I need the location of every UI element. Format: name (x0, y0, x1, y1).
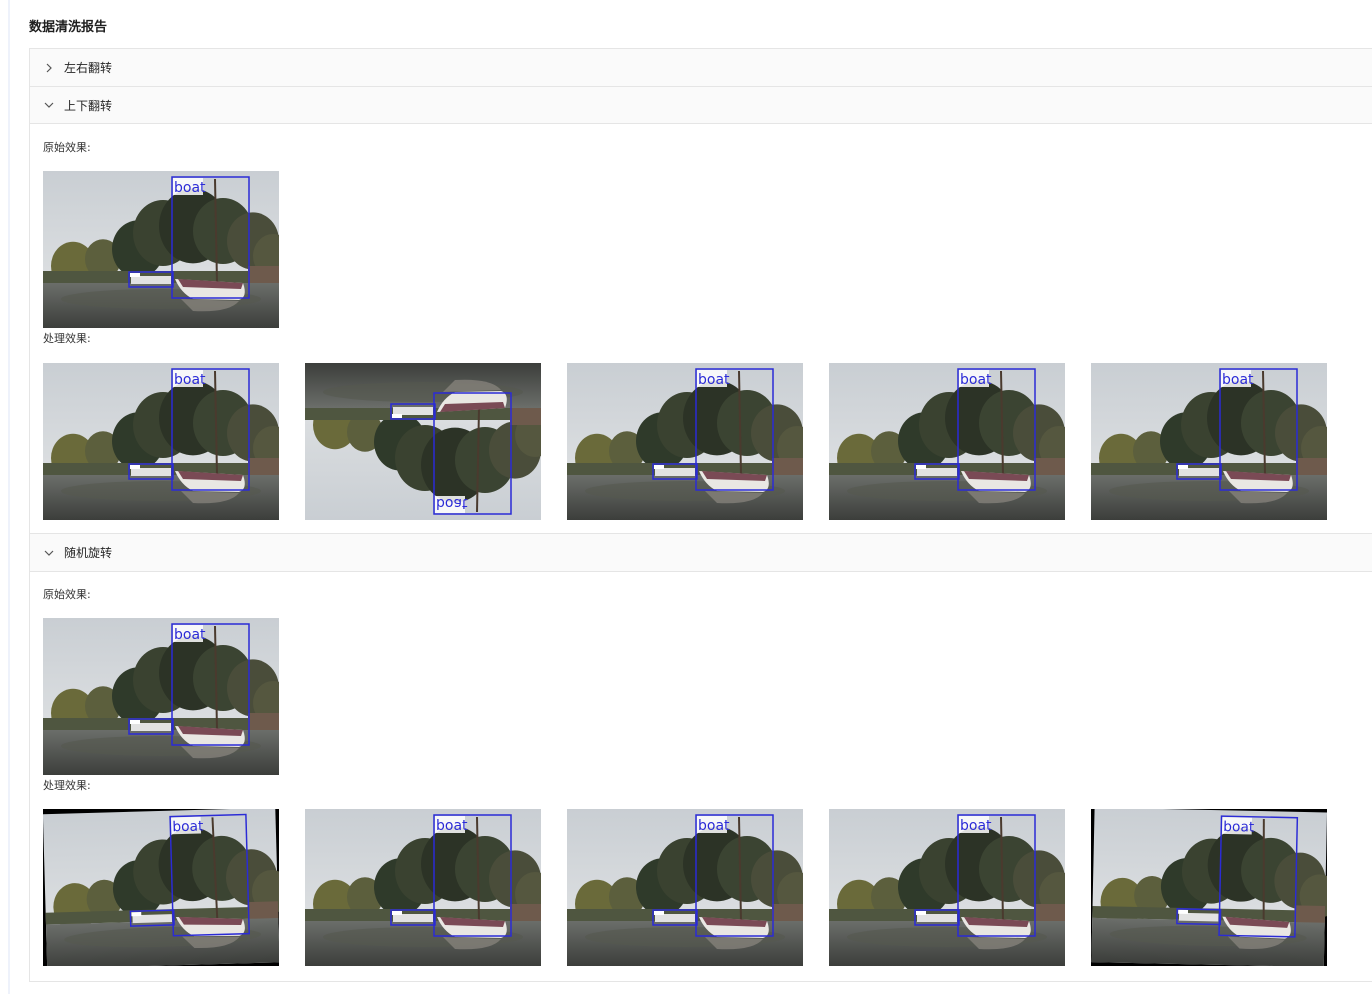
processed-image: boat (1091, 363, 1327, 520)
boat-photo: boat (567, 809, 803, 966)
processed-image: boat (567, 363, 803, 520)
svg-text:boat: boat (960, 818, 992, 834)
original-label: 原始效果: (43, 588, 91, 601)
svg-text:boat: boat (436, 818, 468, 834)
collapse-container: 左右翻转 上下翻转 原始效果: boat 处理效果: boat boat boa… (29, 48, 1372, 982)
original-label: 原始效果: (43, 141, 91, 154)
svg-text:boat: boat (1223, 819, 1255, 836)
svg-text:boat: boat (172, 818, 204, 835)
boat-photo: boat (829, 809, 1065, 966)
svg-text:boat: boat (960, 372, 992, 388)
svg-text:boat: boat (174, 372, 206, 388)
panel-label: 上下翻转 (64, 98, 113, 113)
panel-label: 左右翻转 (64, 61, 113, 75)
svg-text:boat: boat (1222, 372, 1254, 388)
processed-image: boat (305, 809, 541, 966)
boat-photo: boat (1091, 809, 1327, 966)
chevron-down-icon (44, 102, 54, 108)
boat-photo: boat (305, 809, 541, 966)
processed-image: boat (43, 809, 279, 966)
boat-photo: boat (43, 809, 279, 966)
boat-photo: boat (43, 618, 279, 775)
processed-image: boat (829, 809, 1065, 966)
panel-body-random-rotate: 原始效果: boat 处理效果: boat boat boat boat boa… (30, 572, 1372, 981)
svg-text:boat: boat (174, 180, 206, 196)
svg-text:boat: boat (698, 372, 730, 388)
processed-image: boat (567, 809, 803, 966)
processed-image: boat (1091, 809, 1327, 966)
original-image: boat (43, 618, 279, 775)
panel-header-horizontal-flip[interactable]: 左右翻转 (30, 49, 1372, 87)
original-image: boat (43, 171, 279, 328)
svg-text:boat: boat (436, 495, 468, 511)
panel-body-vertical-flip: 原始效果: boat 处理效果: boat boat boat boat boa… (30, 124, 1372, 534)
processed-label: 处理效果: (43, 779, 91, 792)
processed-image: boat (305, 363, 541, 520)
left-border (8, 0, 10, 994)
boat-photo: boat (567, 363, 803, 520)
svg-text:boat: boat (174, 627, 206, 643)
processed-label: 处理效果: (43, 332, 91, 345)
boat-photo: boat (1091, 363, 1327, 520)
boat-photo: boat (43, 363, 279, 520)
panel-label: 随机旋转 (64, 546, 113, 560)
panel-header-random-rotate[interactable]: 随机旋转 (30, 534, 1372, 572)
chevron-down-icon (44, 550, 54, 556)
boat-photo: boat (305, 363, 541, 520)
chevron-right-icon (46, 63, 52, 72)
boat-photo: boat (829, 363, 1065, 520)
page-title: 数据清洗报告 (29, 20, 108, 35)
svg-text:boat: boat (698, 818, 730, 834)
processed-image: boat (43, 363, 279, 520)
boat-photo: boat (43, 171, 279, 328)
processed-image: boat (829, 363, 1065, 520)
panel-header-vertical-flip[interactable]: 上下翻转 (30, 87, 1372, 124)
